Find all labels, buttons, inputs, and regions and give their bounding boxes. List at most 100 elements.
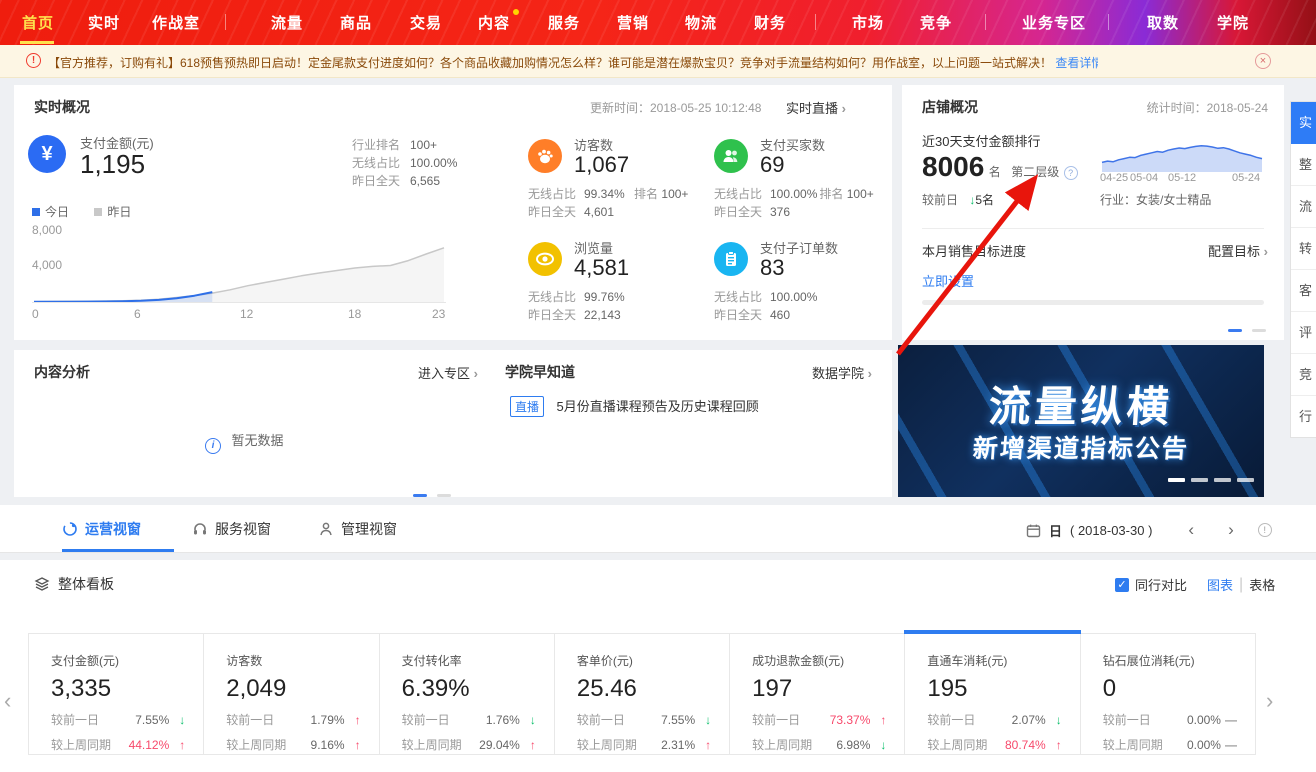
content-zone-link[interactable]: 进入专区 ›: [418, 363, 478, 382]
wireless-label: 无线占比: [528, 288, 584, 305]
promo-banner[interactable]: 流量纵横 新增渠道指标公告: [898, 345, 1264, 497]
info-circle-icon[interactable]: !: [1258, 523, 1272, 537]
nav-divider: [815, 14, 816, 30]
row-value: 6.98%: [836, 738, 870, 752]
card-value: 0: [1103, 675, 1255, 703]
side-nav-item-realtime[interactable]: 实: [1291, 102, 1316, 144]
page-dot[interactable]: [1252, 329, 1266, 332]
x-tick-12: 12: [240, 307, 253, 321]
tab-service-label: 服务视窗: [215, 519, 271, 539]
content-academy-panel: 内容分析 进入专区 › i 暂无数据 学院早知道 数据学院 › 直播 5月份直播…: [14, 350, 892, 497]
nav-item-realtime[interactable]: 实时: [88, 12, 120, 33]
banner-dot[interactable]: [1214, 478, 1231, 482]
goal-set-link[interactable]: 立即设置: [922, 271, 974, 290]
nav-item-data[interactable]: 取数: [1147, 12, 1179, 33]
card-diamond-cost[interactable]: 钻石展位消耗(元) 0 较前一日0.00%— 较上周同期0.00%—: [1081, 634, 1255, 754]
page-dot-active[interactable]: [413, 494, 427, 497]
card-row: 较上周同期2.31%↑: [577, 736, 729, 753]
chevron-right-icon: ›: [474, 366, 478, 381]
date-value[interactable]: ( 2018-03-30 ): [1070, 523, 1152, 538]
headset-icon: [192, 521, 208, 537]
nav-divider: [985, 14, 986, 30]
wireless-label: 无线占比: [528, 185, 584, 202]
card-row: 较上周同期44.12%↑: [51, 736, 203, 753]
nav-item-traffic[interactable]: 流量: [271, 12, 303, 33]
banner-dot[interactable]: [1191, 478, 1208, 482]
cards-scroll-left[interactable]: ‹: [4, 688, 11, 714]
metric-row: 无线占比100.00%: [714, 288, 817, 305]
x-axis-line: [32, 302, 446, 303]
legend-yesterday-label: 昨日: [107, 205, 131, 219]
goal-config-link[interactable]: 配置目标 ›: [1208, 241, 1268, 260]
side-nav-item-conversion[interactable]: 转: [1291, 228, 1316, 270]
academy-link-label: 数据学院: [812, 366, 864, 381]
row-value: 1.79%: [311, 713, 345, 727]
card-ztc-cost[interactable]: 直通车消耗(元) 195 较前一日2.07%↓ 较上周同期80.74%↑: [905, 634, 1080, 754]
side-nav-item-overall[interactable]: 整: [1291, 144, 1316, 186]
info-icon: i: [205, 438, 221, 454]
card-row: 较前一日0.00%—: [1103, 711, 1255, 728]
banner-dot[interactable]: [1168, 478, 1185, 482]
nav-item-goods[interactable]: 商品: [340, 12, 372, 33]
side-nav-item-competition[interactable]: 竞: [1291, 354, 1316, 396]
nav-item-competition[interactable]: 竞争: [920, 12, 952, 33]
board-title: 整体看板: [58, 574, 114, 594]
rank-value: 100+: [847, 187, 874, 201]
tab-operate[interactable]: 运营视窗: [62, 519, 141, 539]
nav-item-academy[interactable]: 学院: [1217, 12, 1249, 33]
notice-detail-link[interactable]: 查看详情: [1055, 56, 1098, 70]
card-visitors[interactable]: 访客数 2,049 较前一日1.79%↑ 较上周同期9.16%↑: [204, 634, 379, 754]
side-nav-item-traffic[interactable]: 流: [1291, 186, 1316, 228]
card-pay-amount[interactable]: 支付金额(元) 3,335 较前一日7.55%↓ 较上周同期44.12%↑: [29, 634, 204, 754]
pay-yesterday-row: 昨日全天6,565: [352, 172, 440, 189]
tab-service[interactable]: 服务视窗: [192, 519, 271, 539]
wireless-label: 无线占比: [714, 185, 770, 202]
row-label: 较上周同期: [402, 736, 480, 753]
chart-view-link[interactable]: 图表: [1207, 575, 1233, 594]
card-value: 2,049: [226, 675, 378, 703]
page-dot-active[interactable]: [1228, 329, 1242, 332]
compare-label: 同行对比: [1135, 575, 1187, 594]
live-link[interactable]: 实时直播 ›: [786, 98, 846, 117]
tab-manage[interactable]: 管理视窗: [318, 519, 397, 539]
date-unit[interactable]: 日: [1049, 521, 1062, 540]
yesterday-value: 6,565: [410, 174, 440, 188]
nav-item-content[interactable]: 内容: [478, 12, 510, 33]
help-icon[interactable]: ?: [1064, 166, 1078, 180]
nav-item-home[interactable]: 首页: [22, 12, 54, 33]
nav-item-market[interactable]: 市场: [852, 12, 884, 33]
nav-item-marketing[interactable]: 营销: [617, 12, 649, 33]
side-nav-item-customer[interactable]: 客: [1291, 270, 1316, 312]
nav-item-finance[interactable]: 财务: [754, 12, 786, 33]
cards-scroll-right[interactable]: ›: [1266, 688, 1273, 714]
nav-item-bizzone[interactable]: 业务专区: [1022, 12, 1086, 33]
nav-item-trade[interactable]: 交易: [410, 12, 442, 33]
compare-checkbox[interactable]: ✓: [1115, 578, 1129, 592]
wireless-label: 无线占比: [352, 154, 410, 171]
academy-link[interactable]: 数据学院 ›: [812, 363, 872, 382]
next-date-arrow[interactable]: ›: [1228, 520, 1234, 540]
nav-item-service[interactable]: 服务: [548, 12, 580, 33]
nav-item-logistics[interactable]: 物流: [685, 12, 717, 33]
page-dot[interactable]: [437, 494, 451, 497]
side-nav-item-review[interactable]: 评: [1291, 312, 1316, 354]
banner-dot[interactable]: [1237, 478, 1254, 482]
table-view-link[interactable]: 表格: [1249, 575, 1275, 594]
metric-row: 昨日全天376: [714, 203, 790, 220]
content-pagination: [413, 484, 451, 502]
pay-amount-value: 1,195: [80, 149, 145, 180]
calendar-icon[interactable]: [1026, 523, 1041, 538]
card-avg-order[interactable]: 客单价(元) 25.46 较前一日7.55%↓ 较上周同期2.31%↑: [555, 634, 730, 754]
close-icon[interactable]: ×: [1255, 53, 1271, 69]
side-nav-item-industry[interactable]: 行: [1291, 396, 1316, 437]
prev-date-arrow[interactable]: ‹: [1188, 520, 1194, 540]
realtime-chart[interactable]: [32, 228, 446, 304]
academy-item[interactable]: 直播 5月份直播课程预告及历史课程回顾: [510, 396, 759, 417]
nav-item-warroom[interactable]: 作战室: [152, 12, 200, 33]
card-conversion[interactable]: 支付转化率 6.39% 较前一日1.76%↓ 较上周同期29.04%↑: [380, 634, 555, 754]
row-value: 7.55%: [661, 713, 695, 727]
card-refund[interactable]: 成功退款金额(元) 197 较前一日73.37%↑ 较上周同期6.98%↓: [730, 634, 905, 754]
pay-amount-icon: ¥: [28, 135, 66, 173]
card-row: 较上周同期6.98%↓: [752, 736, 904, 753]
vs-label: 较前日: [922, 193, 958, 207]
